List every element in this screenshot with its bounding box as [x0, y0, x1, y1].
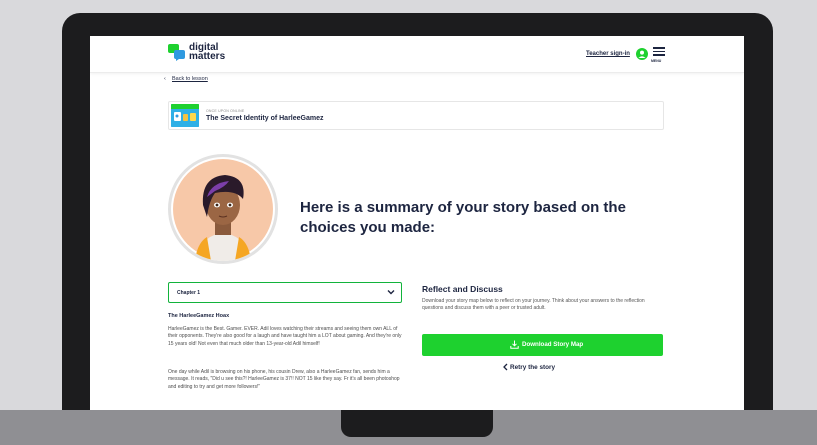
chevron-left-icon: [503, 363, 508, 371]
download-story-map-button[interactable]: Download Story Map: [422, 334, 663, 356]
chapter-select-value: Chapter 1: [177, 290, 201, 296]
hamburger-menu-icon[interactable]: [653, 47, 665, 58]
menu-label: MENU: [651, 59, 662, 63]
lesson-thumbnail-icon: [171, 104, 199, 127]
site-header: digital matters Teacher sign-in MENU: [90, 36, 744, 73]
retry-story-label: Retry the story: [510, 364, 556, 371]
character-portrait-icon: [173, 159, 273, 261]
retry-story-link[interactable]: Retry the story: [503, 363, 556, 371]
user-account-icon[interactable]: [636, 48, 648, 60]
story-heading: The HarleeGamez Hoax: [168, 313, 230, 319]
logo-text[interactable]: digital matters: [189, 43, 226, 62]
menu-bar: [653, 47, 665, 49]
lesson-kicker: ONCE UPON ONLINE: [206, 109, 245, 113]
lesson-card[interactable]: ONCE UPON ONLINE The Secret Identity of …: [168, 101, 664, 130]
reflect-body: Download your story map below to reflect…: [422, 298, 645, 311]
summary-title: Here is a summary of your story based on…: [300, 199, 626, 236]
lesson-title: The Secret Identity of HarleeGamez: [206, 115, 324, 122]
digital-matters-logo-icon[interactable]: [168, 43, 186, 61]
reflect-title: Reflect and Discuss: [422, 284, 503, 294]
story-paragraph-1: HarleeGamez is the Best. Gamer. EVER. Ad…: [168, 326, 402, 347]
logo-line2: matters: [189, 51, 226, 62]
teacher-sign-in-link[interactable]: Teacher sign-in: [586, 51, 630, 57]
chevron-left-icon: ‹: [164, 76, 166, 82]
character-avatar: [168, 154, 278, 264]
download-icon: [510, 340, 519, 349]
download-button-label: Download Story Map: [522, 341, 584, 348]
browser-screen: digital matters Teacher sign-in MENU ‹ B…: [90, 36, 744, 410]
menu-bar: [653, 50, 665, 52]
story-paragraph-2: One day while Adil is browsing on his ph…: [168, 369, 400, 390]
laptop-notch: [341, 410, 493, 437]
chapter-select[interactable]: Chapter 1: [168, 282, 402, 303]
menu-bar: [653, 54, 665, 56]
chevron-down-icon: [387, 290, 395, 295]
back-to-lesson-link[interactable]: Back to lesson: [172, 76, 208, 82]
